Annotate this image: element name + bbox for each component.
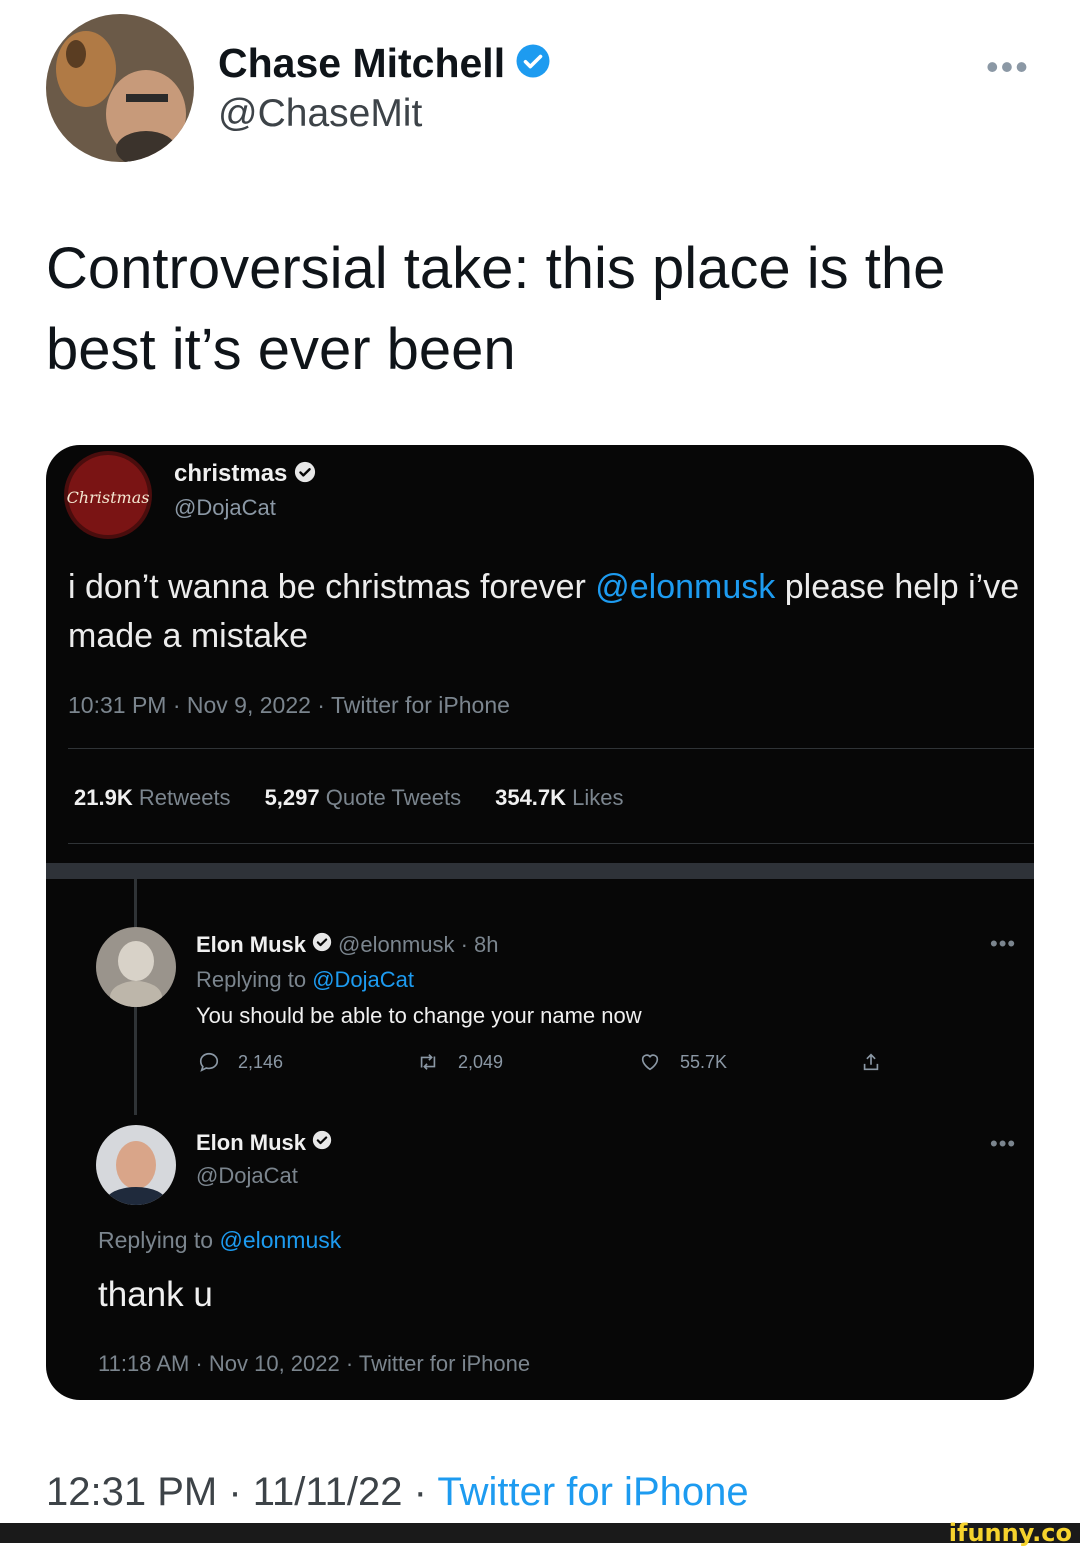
divider [68, 748, 1034, 749]
elon-avatar-baby [96, 927, 176, 1007]
author-name-row: Chase Mitchell [218, 40, 551, 87]
share-icon [860, 1051, 882, 1073]
reply1-replying-handle: @DojaCat [312, 967, 415, 992]
stat-retweets: 21.9K Retweets [74, 785, 231, 810]
reply2-more-icon: ••• [990, 1131, 1017, 1156]
reply2-replying-to: Replying to @elonmusk [98, 1227, 342, 1253]
retweet-count: 2,049 [416, 1051, 503, 1073]
watermark-bar [0, 1523, 1080, 1543]
original-name-row: christmas [174, 460, 316, 488]
reply1-header: Elon Musk @elonmusk · 8h [196, 932, 499, 958]
reply2-handle: @DojaCat [196, 1163, 298, 1188]
original-meta: 10:31 PM · Nov 9, 2022 · Twitter for iPh… [68, 692, 510, 718]
reply1-replying-to: Replying to @DojaCat [196, 967, 415, 992]
author-handle[interactable]: @ChaseMit [218, 92, 422, 136]
stat-likes: 354.7K Likes [495, 785, 624, 810]
christmas-avatar: Christmas [64, 451, 152, 539]
tweet-time: 12:31 PM · 11/11/22 · [46, 1470, 438, 1514]
reply-icon [199, 1052, 219, 1072]
reply2-text: thank u [98, 1275, 213, 1314]
reply2-name: Elon Musk [196, 1130, 307, 1155]
original-stats: 21.9K Retweets 5,297 Quote Tweets 354.7K… [74, 785, 624, 811]
verified-badge-icon [312, 932, 332, 958]
elon-avatar [96, 1125, 176, 1205]
reply1-text: You should be able to change your name n… [196, 1003, 642, 1028]
tweet-text: Controversial take: this place is the be… [46, 236, 946, 382]
tweet-timestamp: 12:31 PM · 11/11/22 · Twitter for iPhone [46, 1470, 749, 1515]
reply1-name: Elon Musk [196, 932, 307, 957]
reply-count: 2,146 [198, 1051, 283, 1073]
original-handle: @DojaCat [174, 495, 276, 520]
reply2-replying-handle: @elonmusk [219, 1227, 342, 1253]
heart-icon [641, 1054, 659, 1071]
mention-link: @elonmusk [595, 568, 776, 606]
reply2-header: Elon Musk [196, 1130, 332, 1156]
reply2-meta: 11:18 AM · Nov 10, 2022 · Twitter for iP… [98, 1351, 531, 1376]
more-options-icon[interactable]: ••• [986, 46, 1030, 88]
verified-badge-icon [312, 1130, 332, 1156]
embedded-screenshot: Christmas christmas @DojaCat i don’t wan… [46, 445, 1034, 1400]
original-name: christmas [174, 460, 288, 487]
reply1-handle-time: @elonmusk · 8h [338, 932, 499, 957]
verified-badge-icon [515, 43, 551, 84]
reply1-more-icon: ••• [990, 931, 1017, 956]
tweet-source-link[interactable]: Twitter for iPhone [437, 1470, 748, 1514]
original-text-before: i don’t wanna be christmas forever [68, 568, 596, 606]
screenshot-seam [46, 863, 1034, 879]
original-tweet-text: i don’t wanna be christmas forever @elon… [68, 563, 1034, 661]
stat-quote-tweets: 5,297 Quote Tweets [264, 785, 462, 810]
avatar-lettering: Christmas [67, 488, 150, 507]
like-count: 55.7K [638, 1051, 727, 1073]
divider [68, 843, 1034, 844]
verified-badge-icon [294, 461, 316, 488]
author-avatar[interactable] [46, 14, 194, 162]
reply1-actions: 2,146 2,049 55.7K [46, 1051, 1034, 1081]
author-name[interactable]: Chase Mitchell [218, 40, 505, 87]
retweet-icon [420, 1054, 436, 1070]
